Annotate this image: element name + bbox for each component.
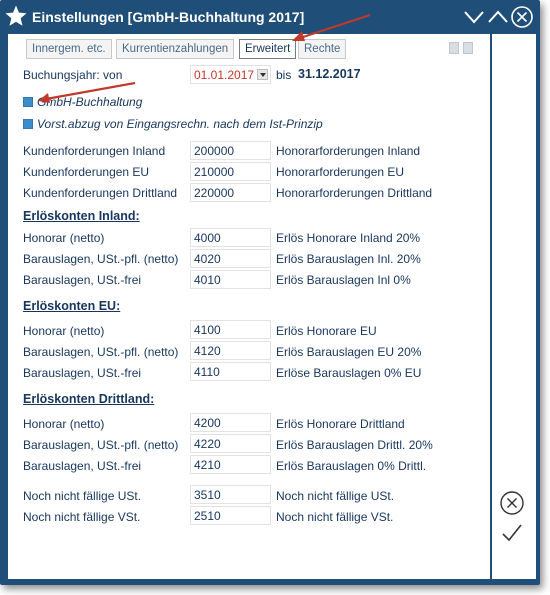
account-desc: Erlös Honorare EU	[276, 324, 377, 338]
booking-year-from-value: 01.01.2017	[194, 68, 255, 82]
chevron-up-icon[interactable]	[486, 5, 510, 29]
tax-label: Noch nicht fällige USt.	[23, 489, 142, 503]
account-label: Barauslagen, USt.-pfl. (netto)	[23, 345, 179, 359]
window-title: Einstellungen [GmbH-Buchhaltung 2017]	[32, 9, 305, 25]
tab-erweitert[interactable]: Erweitert	[239, 39, 297, 59]
action-sidebar	[492, 34, 536, 579]
account-label: Barauslagen, USt.-frei	[23, 366, 142, 380]
receivable-label: Kundenforderungen EU	[23, 165, 150, 179]
tax-input[interactable]: 3510	[190, 485, 271, 504]
account-input[interactable]: 4020	[190, 249, 271, 268]
section-title-eu: Erlöskonten EU:	[23, 299, 121, 313]
receivable-input[interactable]: 220000	[190, 183, 271, 202]
account-label: Barauslagen, USt.-frei	[23, 273, 142, 287]
account-desc: Erlös Barauslagen Drittl. 20%	[276, 438, 433, 452]
cancel-button[interactable]	[498, 489, 526, 517]
tab-rechte[interactable]: Rechte	[298, 39, 347, 59]
account-desc: Erlös Barauslagen EU 20%	[276, 345, 422, 359]
receivable-input[interactable]: 200000	[190, 141, 271, 160]
booking-year-label: Buchungsjahr: von	[23, 68, 123, 82]
receivable-label: Kundenforderungen Drittland	[23, 186, 178, 200]
receivable-label: Kundenforderungen Inland	[23, 144, 166, 158]
booking-year-to: 31.12.2017	[298, 67, 361, 81]
vorst-checkbox[interactable]	[23, 119, 33, 129]
account-input[interactable]: 4000	[190, 228, 271, 247]
receivable-desc: Honorarforderungen EU	[276, 165, 405, 179]
tab-scroll-right[interactable]	[463, 42, 473, 54]
account-label: Barauslagen, USt.-pfl. (netto)	[23, 438, 179, 452]
settings-panel: Innergem. etc. Kurrentienzahlungen Erwei…	[8, 34, 490, 579]
account-input[interactable]: 4220	[190, 434, 271, 453]
dropdown-arrow-icon[interactable]	[257, 69, 268, 80]
receivable-input[interactable]: 210000	[190, 162, 271, 181]
account-input[interactable]: 4120	[190, 341, 271, 360]
settings-window: Einstellungen [GmbH-Buchhaltung 2017] In…	[0, 0, 540, 585]
account-desc: Erlös Honorare Inland 20%	[276, 231, 421, 245]
star-icon	[5, 5, 27, 26]
confirm-button[interactable]	[498, 519, 526, 547]
booking-year-from-select[interactable]: 01.01.2017	[190, 65, 271, 84]
tax-desc: Noch nicht fällige VSt.	[276, 510, 394, 524]
tax-label: Noch nicht fällige VSt.	[23, 510, 141, 524]
account-label: Honorar (netto)	[23, 231, 105, 245]
receivable-desc: Honorarforderungen Inland	[276, 144, 421, 158]
account-input[interactable]: 4110	[190, 362, 271, 381]
account-label: Honorar (netto)	[23, 417, 105, 431]
account-label: Honorar (netto)	[23, 324, 105, 338]
account-input[interactable]: 4010	[190, 270, 271, 289]
section-title-inland: Erlöskonten Inland:	[23, 209, 140, 223]
account-input[interactable]: 4210	[190, 455, 271, 474]
tab-scroll-left[interactable]	[449, 42, 459, 54]
title-bar: Einstellungen [GmbH-Buchhaltung 2017]	[0, 0, 540, 34]
account-label: Barauslagen, USt.-frei	[23, 459, 142, 473]
section-title-drittland: Erlöskonten Drittland:	[23, 392, 155, 406]
vorst-checkbox-label: Vorst.abzug von Eingangsrechn. nach dem …	[37, 117, 323, 131]
tax-desc: Noch nicht fällige USt.	[276, 489, 395, 503]
account-label: Barauslagen, USt.-pfl. (netto)	[23, 252, 179, 266]
tax-input[interactable]: 2510	[190, 506, 271, 525]
account-desc: Erlöse Barauslagen 0% EU	[276, 366, 422, 380]
bis-label: bis	[276, 68, 292, 82]
chevron-down-icon[interactable]	[462, 5, 486, 29]
gmbh-checkbox[interactable]	[23, 97, 33, 107]
account-desc: Erlös Barauslagen Inl. 20%	[276, 252, 421, 266]
account-desc: Erlös Barauslagen 0% Drittl.	[276, 459, 427, 473]
gmbh-checkbox-label: GmbH-Buchhaltung	[37, 95, 143, 109]
close-icon[interactable]	[510, 5, 534, 29]
tab-innergem[interactable]: Innergem. etc.	[26, 39, 112, 59]
account-input[interactable]: 4200	[190, 413, 271, 432]
account-desc: Erlös Barauslagen Inl 0%	[276, 273, 411, 287]
account-input[interactable]: 4100	[190, 320, 271, 339]
account-desc: Erlös Honorare Drittland	[276, 417, 405, 431]
receivable-desc: Honorarforderungen Drittland	[276, 186, 433, 200]
tab-kurrentienzahlungen[interactable]: Kurrentienzahlungen	[116, 39, 235, 59]
